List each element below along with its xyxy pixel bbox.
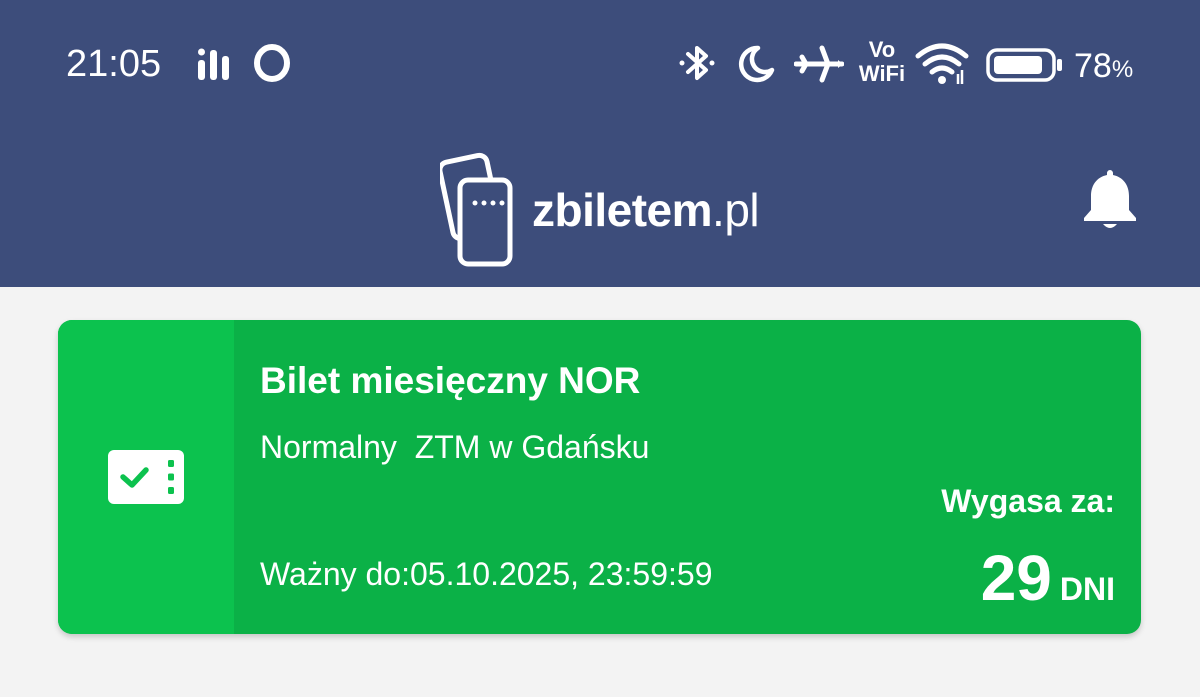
expires-unit: DNI (1059, 571, 1115, 607)
airplane-icon (794, 45, 844, 83)
notifications-button[interactable] (1080, 166, 1140, 232)
expires-countdown: 29 DNI (981, 540, 1115, 616)
bluetooth-icon (679, 46, 715, 80)
ticket-valid-until: Ważny do:05.10.2025, 23:59:59 (260, 556, 713, 592)
status-time: 21:05 (66, 43, 162, 85)
battery-icon (986, 48, 1062, 82)
ticket-name: Bilet miesięczny NOR (260, 360, 641, 401)
ticket-check-icon (108, 450, 184, 504)
logo-text-suffix: .pl (712, 184, 760, 236)
bell-icon (1084, 170, 1136, 228)
ticket-type: Normalny ZTM w Gdańsku (260, 429, 650, 465)
ticket-card[interactable]: Bilet miesięczny NOR Normalny ZTM w Gdań… (58, 320, 1141, 634)
activity-bars-icon (198, 48, 229, 80)
battery-percent: 78% (1074, 44, 1133, 92)
wifi-icon (915, 43, 969, 84)
app-bar: zbiletem.pl (0, 130, 1200, 267)
app-logo-text: zbiletem.pl (532, 182, 760, 238)
vowifi-icon: Vo WiFi (856, 38, 908, 88)
ticket-icon-panel (58, 320, 234, 634)
logo-text-bold: zbiletem (532, 184, 713, 236)
battery-percent-sign: % (1111, 56, 1134, 83)
expires-days: 29 (980, 542, 1052, 614)
expires-label: Wygasa za: (941, 483, 1115, 519)
moon-icon (738, 45, 775, 83)
vowifi-top-label: Vo (868, 37, 896, 62)
opera-icon (254, 44, 290, 82)
vowifi-bottom-label: WiFi (858, 61, 906, 86)
status-bar: 21:05 Vo WiFi 78% (0, 30, 1200, 100)
app-header: 21:05 Vo WiFi 78% zbiletem.pl (0, 0, 1200, 287)
ticket-cards-logo-icon (440, 152, 513, 267)
battery-percent-value: 78 (1074, 47, 1112, 85)
